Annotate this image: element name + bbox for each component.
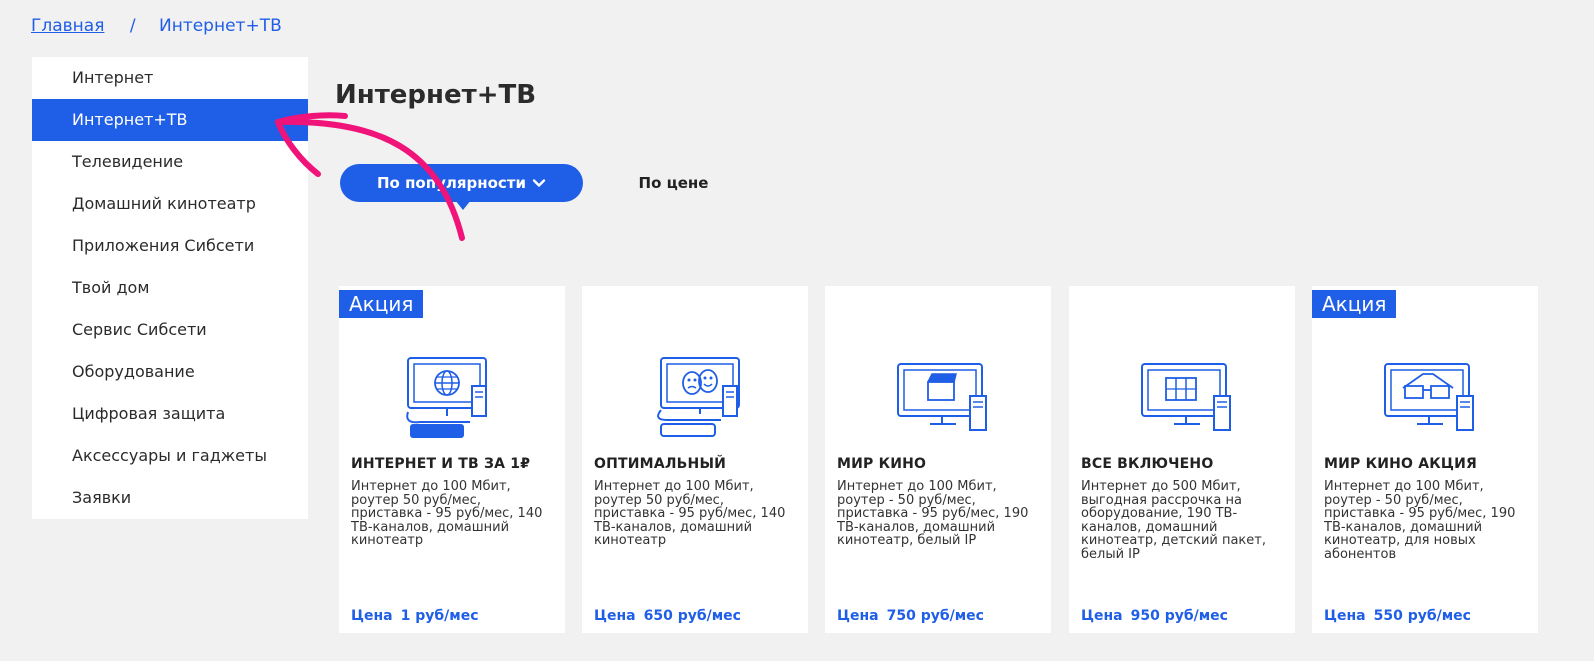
price-value: 950 руб/мес: [1130, 608, 1228, 624]
globe-tv-icon: [406, 357, 487, 438]
sort-by-popularity-button[interactable]: По популярности: [340, 164, 583, 210]
card-description: Интернет до 100 Мбит, роутер - 50 руб/ме…: [1324, 479, 1516, 562]
sidebar-item-internet-tv[interactable]: Интернет+ТВ: [32, 99, 308, 141]
sidebar-item-home-cinema[interactable]: Домашний кинотеатр: [32, 183, 308, 225]
sidebar-item-apps[interactable]: Приложения Сибсети: [32, 225, 308, 267]
sidebar-item-accessories[interactable]: Аксессуары и гаджеты: [32, 435, 308, 477]
sidebar-item-service[interactable]: Сервис Сибсети: [32, 309, 308, 351]
breadcrumb-home-link[interactable]: Главная: [31, 16, 104, 36]
sort-by-popularity-label: По популярности: [376, 174, 526, 192]
tariff-card[interactable]: Акция ИНТЕРНЕТ И ТВ ЗА 1₽ Интернет до 10…: [339, 286, 565, 633]
price-value: 750 руб/мес: [886, 608, 984, 624]
page-title: Интернет+ТВ: [335, 80, 537, 110]
sidebar-item-television[interactable]: Телевидение: [32, 141, 308, 183]
price-value: 650 руб/мес: [643, 608, 741, 624]
sort-by-price-button[interactable]: По цене: [607, 164, 740, 202]
card-price: Цена 650 руб/мес: [594, 608, 741, 624]
card-description: Интернет до 100 Мбит, роутер 50 руб/мес,…: [594, 479, 786, 548]
card-description: Интернет до 100 Мбит, роутер - 50 руб/ме…: [837, 479, 1029, 548]
card-title: ОПТИМАЛЬНЫЙ: [594, 456, 727, 472]
sidebar-item-your-home[interactable]: Твой дом: [32, 267, 308, 309]
breadcrumb-current: Интернет+ТВ: [158, 16, 282, 36]
card-title: ВСЕ ВКЛЮЧЕНО: [1081, 456, 1214, 472]
breadcrumb: Главная / Интернет+ТВ: [31, 16, 282, 36]
3d-glasses-tv-icon: [1384, 363, 1474, 431]
card-price: Цена 950 руб/мес: [1081, 608, 1228, 624]
active-sort-pointer: [455, 200, 471, 210]
film-tv-icon: [1141, 363, 1231, 431]
price-label: Цена: [837, 608, 879, 624]
card-price: Цена 750 руб/мес: [837, 608, 984, 624]
tariff-card[interactable]: ВСЕ ВКЛЮЧЕНО Интернет до 500 Мбит, выгод…: [1069, 286, 1295, 633]
price-value: 550 руб/мес: [1373, 608, 1471, 624]
card-price: Цена 550 руб/мес: [1324, 608, 1471, 624]
card-title: МИР КИНО АКЦИЯ: [1324, 456, 1477, 472]
theater-masks-tv-icon: [657, 357, 740, 437]
card-title: ИНТЕРНЕТ И ТВ ЗА 1₽: [351, 456, 531, 472]
tariff-card[interactable]: ОПТИМАЛЬНЫЙ Интернет до 100 Мбит, роутер…: [582, 286, 808, 633]
promo-badge: Акция: [339, 290, 424, 318]
price-label: Цена: [1081, 608, 1123, 624]
sidebar-item-requests[interactable]: Заявки: [32, 477, 308, 519]
price-label: Цена: [594, 608, 636, 624]
sidebar-item-internet[interactable]: Интернет: [32, 57, 308, 99]
card-price: Цена 1 руб/мес: [351, 608, 479, 624]
clapperboard-tv-icon: [897, 363, 987, 431]
tariff-card[interactable]: МИР КИНО Интернет до 100 Мбит, роутер - …: [825, 286, 1051, 633]
price-label: Цена: [1324, 608, 1366, 624]
price-label: Цена: [351, 608, 393, 624]
category-sidebar: Интернет Интернет+ТВ Телевидение Домашни…: [32, 57, 308, 519]
sidebar-item-digital-protection[interactable]: Цифровая защита: [32, 393, 308, 435]
card-description: Интернет до 100 Мбит, роутер 50 руб/мес,…: [351, 479, 543, 548]
breadcrumb-separator: /: [129, 16, 136, 36]
card-title: МИР КИНО: [837, 456, 927, 472]
chevron-down-icon: [532, 179, 546, 187]
price-value: 1 руб/мес: [400, 608, 479, 624]
tariff-card[interactable]: Акция МИР КИНО АКЦИЯ Интернет до 100 Мби…: [1312, 286, 1538, 633]
card-description: Интернет до 500 Мбит, выгодная рассрочка…: [1081, 479, 1266, 562]
promo-badge: Акция: [1312, 290, 1397, 318]
sidebar-item-equipment[interactable]: Оборудование: [32, 351, 308, 393]
